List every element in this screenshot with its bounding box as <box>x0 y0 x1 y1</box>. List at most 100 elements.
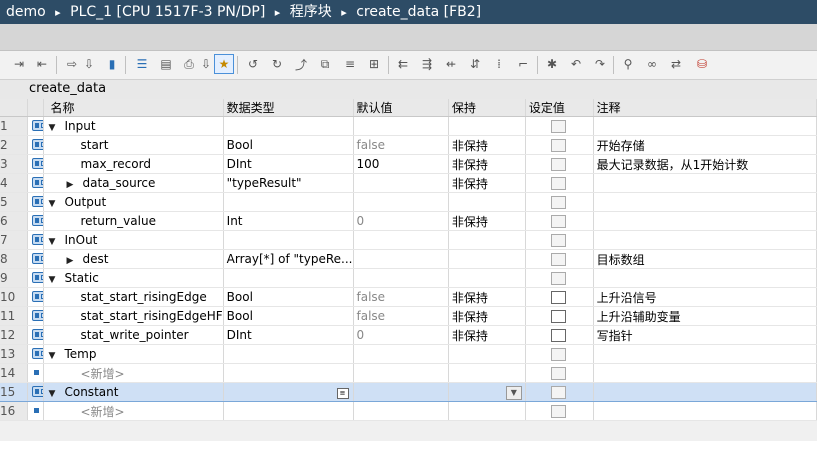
filter-icon[interactable]: ⊞ <box>365 55 383 73</box>
cell-comment[interactable]: 最大记录数据，从1开始计数 <box>593 154 817 174</box>
cell-comment[interactable]: 上升沿辅助变量 <box>593 306 817 326</box>
label-icon[interactable]: ⌐ <box>514 55 532 73</box>
setpoint-checkbox[interactable] <box>550 139 566 152</box>
cell-datatype[interactable]: ≡ <box>223 382 354 402</box>
cell-comment[interactable] <box>593 230 817 250</box>
cell-default[interactable]: 100 <box>353 154 449 174</box>
run-icon[interactable]: ↷ <box>591 55 609 73</box>
cell-name[interactable]: ▼ Output <box>43 192 224 212</box>
cell-name[interactable]: stat_start_risingEdgeHF <box>43 306 224 326</box>
table-row[interactable]: 3 max_record DInt 100 非保持 最大记录数据，从1开始计数 <box>0 154 817 174</box>
table-row[interactable]: 2 start Bool false 非保持 开始存储 <box>0 135 817 155</box>
cell-name[interactable]: max_record <box>43 154 224 174</box>
setpoint-checkbox[interactable] <box>550 367 566 380</box>
cell-comment[interactable]: 目标数组 <box>593 249 817 269</box>
zoom-icon[interactable]: ⚲ <box>619 55 637 73</box>
cell-datatype[interactable]: "typeResult" <box>223 173 354 193</box>
cell-retain[interactable] <box>448 363 526 383</box>
table-row[interactable]: 10 stat_start_risingEdge Bool false 非保持 上升沿信号 <box>0 287 817 307</box>
cell-datatype[interactable] <box>223 268 354 288</box>
cell-comment[interactable] <box>593 344 817 364</box>
cell-datatype[interactable]: Bool <box>223 135 354 155</box>
cell-datatype[interactable] <box>223 192 354 212</box>
setpoint-checkbox[interactable] <box>550 196 566 209</box>
cell-retain[interactable]: ▼ <box>448 382 526 402</box>
cell-datatype[interactable]: DInt <box>223 325 354 345</box>
table-row[interactable]: 12 stat_write_pointer DInt 0 非保持 写指针 <box>0 325 817 345</box>
table-row[interactable]: 7 ▼ InOut <box>0 230 817 250</box>
cell-datatype[interactable]: Bool <box>223 306 354 326</box>
setpoint-checkbox[interactable] <box>550 120 566 133</box>
cell-datatype[interactable] <box>223 230 354 250</box>
list-icon[interactable]: ⁞ <box>490 55 508 73</box>
cell-default[interactable] <box>353 401 449 421</box>
cell-comment[interactable] <box>593 363 817 383</box>
cell-default[interactable]: false <box>353 287 449 307</box>
cell-default[interactable] <box>353 230 449 250</box>
collapse-icon[interactable]: ▼ <box>48 389 58 399</box>
table-row[interactable]: 16 <新增> <box>0 401 817 421</box>
cell-default[interactable] <box>353 344 449 364</box>
snapshot-download-icon[interactable]: ⇩ <box>197 55 215 73</box>
cell-datatype[interactable]: Array[*] of "typeRe... <box>223 249 354 269</box>
download-icon[interactable]: ⇩ <box>80 55 98 73</box>
first-icon[interactable]: ⇇ <box>394 55 412 73</box>
cell-default[interactable] <box>353 116 449 136</box>
cell-comment[interactable]: 上升沿信号 <box>593 287 817 307</box>
breadcrumb-block[interactable]: create_data [FB2] <box>356 0 481 24</box>
cell-retain[interactable] <box>448 192 526 212</box>
cell-name[interactable]: ▼ Static <box>43 268 224 288</box>
breadcrumb-folder[interactable]: 程序块 <box>290 0 332 24</box>
cell-datatype[interactable]: Int <box>223 211 354 231</box>
sort-icon[interactable]: ⇵ <box>466 55 484 73</box>
cell-name[interactable]: ▶ data_source <box>43 173 224 193</box>
retain-dropdown-icon[interactable]: ▼ <box>505 386 522 400</box>
cell-comment[interactable] <box>593 211 817 231</box>
breakpoint-icon[interactable]: ✱ <box>543 55 561 73</box>
cell-default[interactable]: 0 <box>353 325 449 345</box>
add-row-icon[interactable]: ⇤ <box>33 55 51 73</box>
setpoint-checkbox[interactable] <box>550 272 566 285</box>
collapse-icon[interactable]: ▼ <box>48 199 58 209</box>
cell-comment[interactable] <box>593 401 817 421</box>
expand-icon[interactable]: ▶ <box>66 180 76 190</box>
cell-retain[interactable]: 非保持 <box>448 325 526 345</box>
setpoint-checkbox[interactable] <box>550 158 566 171</box>
cell-name[interactable]: ▼ InOut <box>43 230 224 250</box>
cell-name[interactable]: ▼ Temp <box>43 344 224 364</box>
cell-retain[interactable] <box>448 230 526 250</box>
cell-default[interactable]: 0 <box>353 211 449 231</box>
expand-icon[interactable]: ⇨ <box>63 55 81 73</box>
outdent-icon[interactable]: ⇷ <box>442 55 460 73</box>
table-row[interactable]: 14 <新增> <box>0 363 817 383</box>
collapse-icon[interactable]: ▼ <box>48 351 58 361</box>
monitor-icon[interactable]: ▮ <box>103 55 121 73</box>
collapse-icon[interactable]: ▼ <box>48 275 58 285</box>
cell-name[interactable]: stat_write_pointer <box>43 325 224 345</box>
insert-row-icon[interactable]: ⇥ <box>10 55 28 73</box>
cell-default[interactable] <box>353 268 449 288</box>
cell-name[interactable]: stat_start_risingEdge <box>43 287 224 307</box>
cell-comment[interactable] <box>593 173 817 193</box>
cell-retain[interactable] <box>448 344 526 364</box>
call-icon[interactable]: ↺ <box>244 55 262 73</box>
glasses-icon[interactable]: ∞ <box>643 55 661 73</box>
cell-name[interactable]: ▶ dest <box>43 249 224 269</box>
column-header-datatype[interactable]: 数据类型 <box>223 99 354 117</box>
column-header-default[interactable]: 默认值 <box>353 99 449 117</box>
setpoint-checkbox[interactable] <box>550 234 566 247</box>
save-snapshot-icon[interactable]: ⎙ <box>180 55 198 73</box>
column-header-setpoint[interactable]: 设定值 <box>525 99 594 117</box>
list-view-icon[interactable]: ☰ <box>133 55 151 73</box>
collapse-icon[interactable]: ▼ <box>48 123 58 133</box>
cell-default[interactable] <box>353 249 449 269</box>
column-header-retain[interactable]: 保持 <box>448 99 526 117</box>
column-header-name[interactable]: 名称 <box>43 99 224 117</box>
table-row[interactable]: 4 ▶ data_source "typeResult" 非保持 <box>0 173 817 193</box>
cell-datatype[interactable] <box>223 344 354 364</box>
cell-retain[interactable]: 非保持 <box>448 306 526 326</box>
collapse-icon[interactable]: ▼ <box>48 237 58 247</box>
cell-retain[interactable]: 非保持 <box>448 173 526 193</box>
table-row[interactable]: 11 stat_start_risingEdgeHF Bool false 非保持 上升沿… <box>0 306 817 326</box>
setpoint-checkbox[interactable] <box>550 253 566 266</box>
